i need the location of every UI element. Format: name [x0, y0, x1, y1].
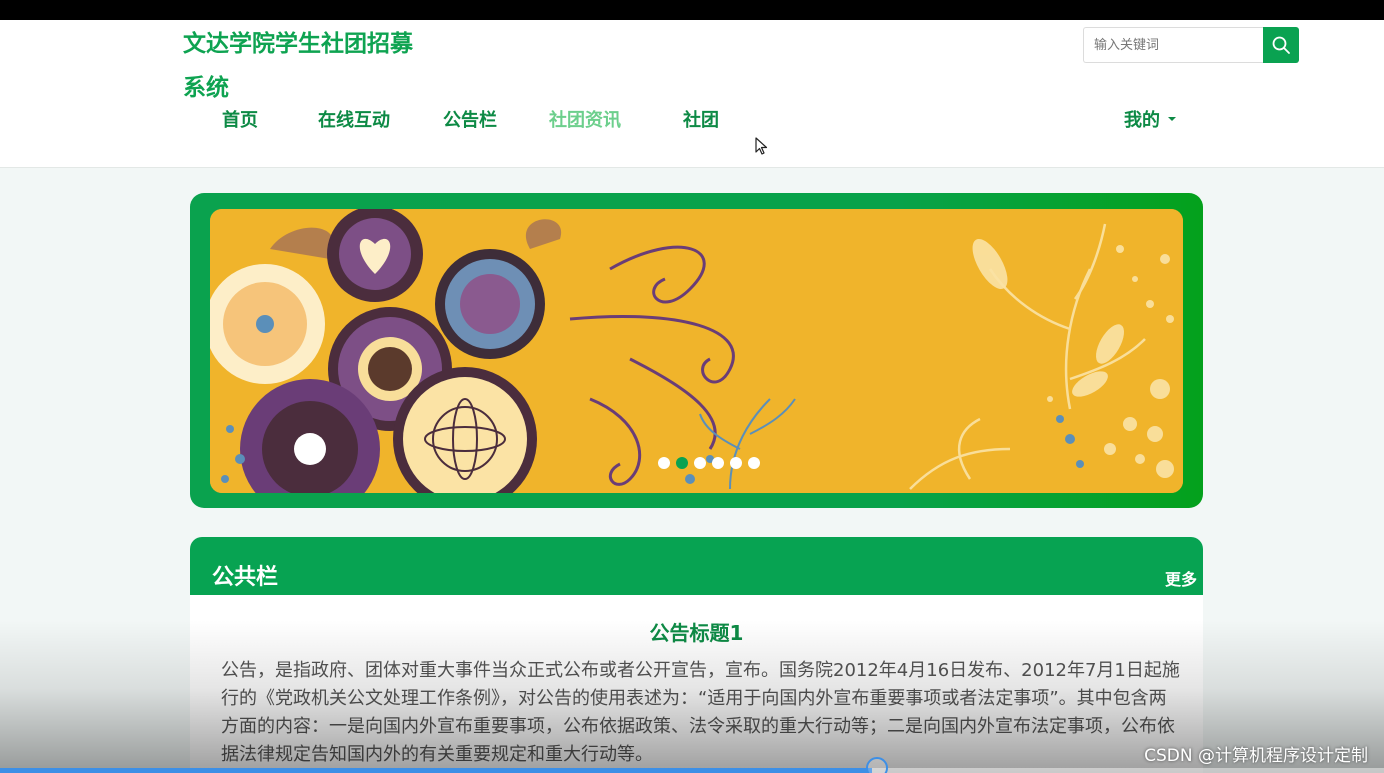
user-menu-label: 我的	[1124, 110, 1160, 131]
video-progress-knob[interactable]	[866, 757, 888, 773]
search-input[interactable]	[1083, 27, 1263, 63]
nav-item-home[interactable]: 首页	[222, 106, 258, 132]
nav-item-club-news[interactable]: 社团资讯	[549, 106, 621, 132]
carousel-dot-2[interactable]	[676, 457, 688, 469]
chevron-down-icon	[1168, 117, 1176, 121]
carousel-indicators	[658, 457, 760, 469]
top-black-bar	[0, 0, 1384, 20]
mouse-cursor-icon	[755, 137, 769, 157]
floral-illustration	[210, 209, 1183, 493]
search-box	[1083, 27, 1299, 63]
nav-item-notices[interactable]: 公告栏	[443, 106, 497, 132]
carousel-dot-3[interactable]	[694, 457, 706, 469]
board-title: 公共栏	[212, 559, 278, 591]
banner-carousel	[190, 193, 1203, 508]
notice-title[interactable]: 公告标题1	[190, 617, 1203, 646]
public-board: 公共栏 更多 公告标题1 公告，是指政府、团体对重大事件当众正式公布或者公开宣告…	[190, 537, 1203, 773]
video-progress-fill	[0, 768, 872, 773]
carousel-dot-6[interactable]	[748, 457, 760, 469]
carousel-dot-4[interactable]	[712, 457, 724, 469]
main-nav: 首页 在线互动 公告栏 社团资讯 社团 我的	[0, 100, 1384, 138]
carousel-dot-1[interactable]	[658, 457, 670, 469]
board-header: 公共栏 更多	[190, 537, 1203, 595]
watermark: CSDN @计算机程序设计定制	[1144, 741, 1368, 766]
search-icon	[1271, 35, 1291, 55]
banner-slide[interactable]	[210, 209, 1183, 493]
nav-item-interaction[interactable]: 在线互动	[318, 106, 390, 132]
site-header: 文达学院学生社团招募系统 首页 在线互动 公告栏 社团资讯 社团 我的	[0, 20, 1384, 168]
video-progress-bar[interactable]	[0, 768, 1384, 773]
user-menu[interactable]: 我的	[1124, 106, 1176, 132]
notice-body: 公告，是指政府、团体对重大事件当众正式公布或者公开宣告，宣布。国务院2012年4…	[221, 657, 1181, 769]
search-button[interactable]	[1263, 27, 1299, 63]
nav-item-clubs[interactable]: 社团	[683, 106, 719, 132]
more-link[interactable]: 更多	[1165, 566, 1197, 590]
site-logo-title[interactable]: 文达学院学生社团招募系统	[183, 22, 433, 110]
carousel-dot-5[interactable]	[730, 457, 742, 469]
